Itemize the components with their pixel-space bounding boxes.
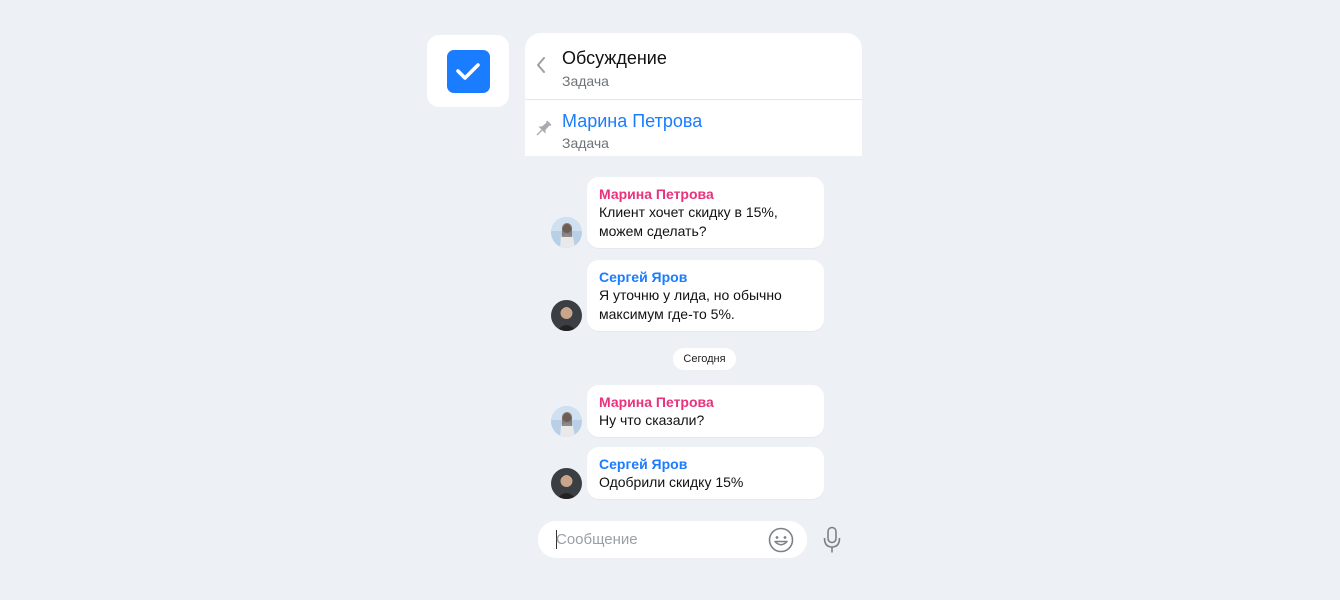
header-top: Обсуждение Задача — [525, 33, 862, 100]
message-bubble: Марина Петрова Клиент хочет скидку в 15%… — [587, 177, 824, 248]
message-composer — [538, 521, 807, 558]
chat-header: Обсуждение Задача Марина Петрова Задача — [525, 33, 862, 156]
message-item: Сергей Яров Я уточню у лида, но обычно м… — [551, 260, 824, 331]
chat-screen: Обсуждение Задача Марина Петрова Задача — [0, 0, 1340, 600]
message-bubble: Марина Петрова Ну что сказали? — [587, 385, 824, 437]
chevron-left-icon[interactable] — [533, 55, 549, 75]
task-app-tile[interactable] — [427, 35, 509, 107]
microphone-icon[interactable] — [820, 526, 844, 554]
message-input[interactable] — [556, 527, 761, 552]
checkbox-checked-icon — [446, 49, 490, 93]
pinned-name: Марина Петрова — [562, 111, 703, 131]
message-text: Одобрили скидку 15% — [599, 474, 744, 490]
date-separator: Сегодня — [673, 348, 736, 370]
message-item: Марина Петрова Ну что сказали? — [551, 385, 824, 437]
message-bubble: Сергей Яров Одобрили скидку 15% — [587, 447, 824, 499]
avatar[interactable] — [551, 406, 582, 437]
message-text: Ну что сказали? — [599, 412, 705, 428]
page-subtitle: Задача — [562, 73, 609, 89]
pinned-subtitle: Задача — [562, 135, 609, 151]
message-bubble: Сергей Яров Я уточню у лида, но обычно м… — [587, 260, 824, 331]
avatar[interactable] — [551, 300, 582, 331]
message-text: Клиент хочет скидку в 15%, можем сделать… — [599, 204, 778, 239]
message-item: Марина Петрова Клиент хочет скидку в 15%… — [551, 177, 824, 248]
message-author: Сергей Яров — [599, 269, 688, 285]
pinned-item[interactable]: Марина Петрова Задача — [525, 100, 862, 156]
avatar[interactable] — [551, 217, 582, 248]
message-item: Сергей Яров Одобрили скидку 15% — [551, 447, 824, 499]
message-author: Марина Петрова — [599, 186, 714, 202]
message-author: Сергей Яров — [599, 456, 688, 472]
pin-icon — [533, 119, 553, 139]
message-author: Марина Петрова — [599, 394, 714, 410]
smiley-icon[interactable] — [768, 527, 794, 553]
avatar[interactable] — [551, 468, 582, 499]
message-text: Я уточню у лида, но обычно максимум где-… — [599, 287, 782, 322]
page-title: Обсуждение — [562, 48, 667, 68]
